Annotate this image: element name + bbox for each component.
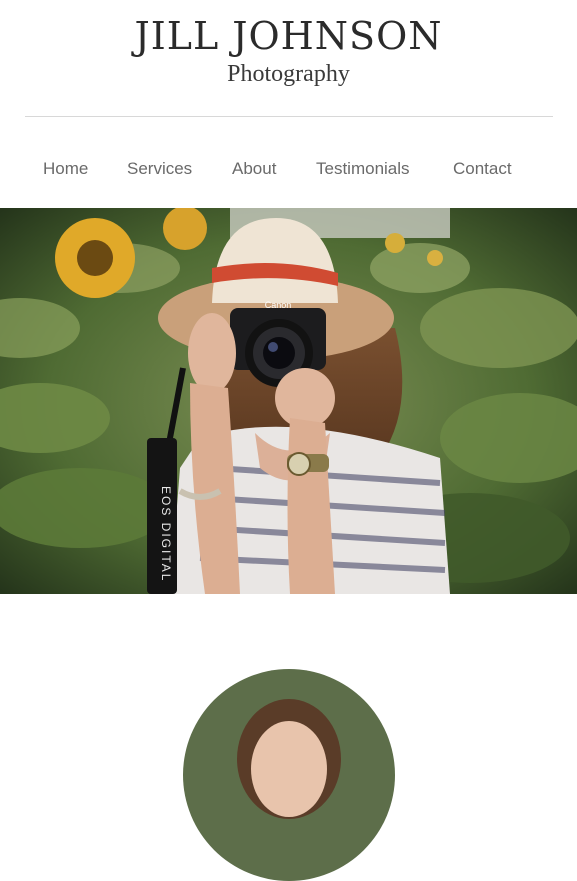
nav-item-about[interactable]: About	[232, 157, 276, 181]
strap-label: EOS DIGITAL	[159, 486, 173, 582]
nav-item-home[interactable]: Home	[43, 157, 88, 181]
header-divider	[25, 116, 553, 117]
main-nav: Home Services About Testimonials Contact	[0, 157, 577, 181]
site-title[interactable]: JILL JOHNSON	[0, 14, 577, 58]
nav-item-services[interactable]: Services	[127, 157, 192, 181]
nav-item-testimonials[interactable]: Testimonials	[316, 157, 410, 181]
nav-item-contact[interactable]: Contact	[453, 157, 512, 181]
hero-photo-photographer-with-camera: Canon EOS DIGITAL	[0, 208, 577, 594]
site-header: JILL JOHNSON Photography	[0, 0, 577, 117]
site-subtitle: Photography	[227, 61, 350, 87]
portrait-photo	[183, 669, 395, 881]
about-portrait-avatar	[183, 669, 395, 881]
camera-brand-label: Canon	[265, 300, 292, 310]
hero-image: Canon EOS DIGITAL	[0, 208, 577, 594]
